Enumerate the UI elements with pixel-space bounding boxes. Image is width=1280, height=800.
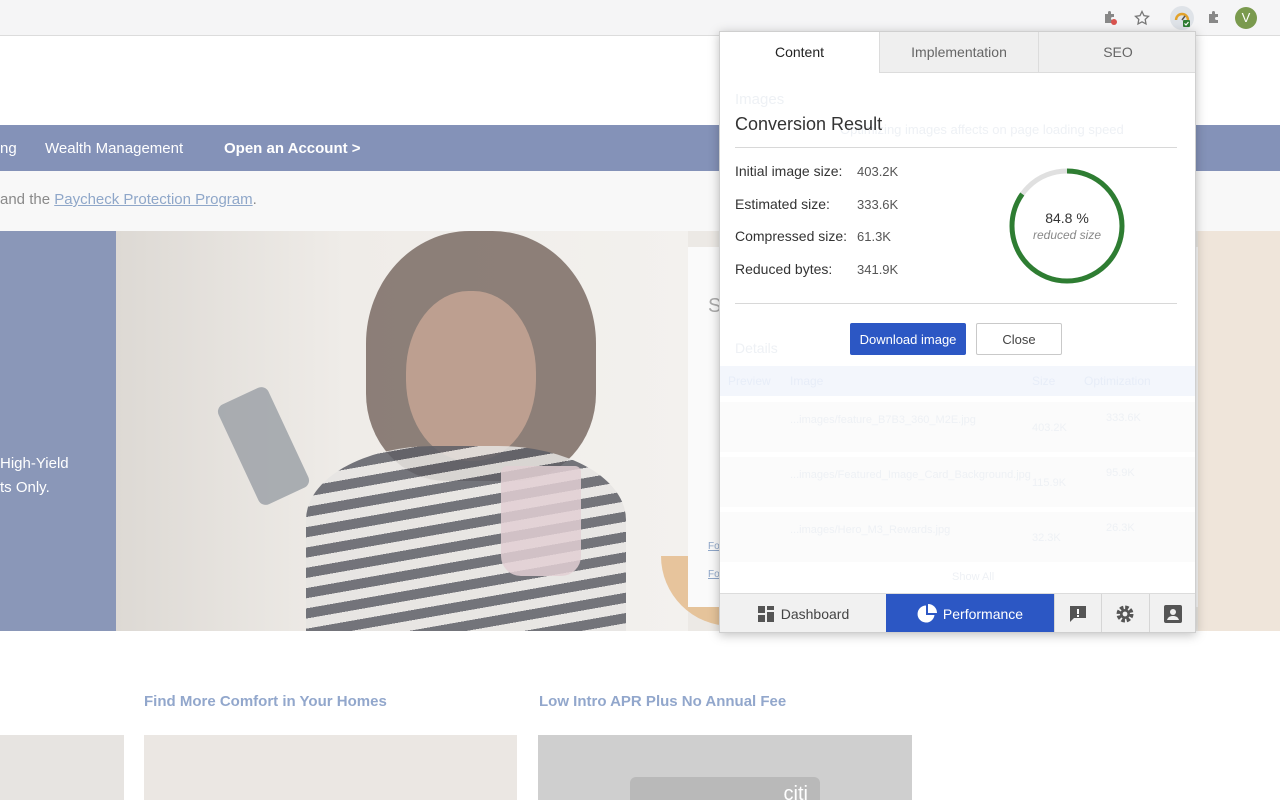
tab-seo[interactable]: SEO xyxy=(1038,32,1196,73)
hero-text-line1: High-Yield xyxy=(0,455,69,472)
gauge-caption: reduced size xyxy=(1008,228,1126,242)
hero-card-link1[interactable]: Fo xyxy=(708,541,720,552)
popup-bottom-nav: Dashboard Performance xyxy=(720,593,1196,633)
row-size: 115.9K xyxy=(1032,477,1066,489)
extension-popup: Content Implementation SEO Images Optimi… xyxy=(719,31,1196,633)
tab-content[interactable]: Content xyxy=(720,32,879,73)
conversion-result-title: Conversion Result xyxy=(735,114,882,135)
stat-value-compressed: 61.3K xyxy=(857,229,891,244)
nav-feedback[interactable] xyxy=(1054,594,1101,633)
hero-photo-mug xyxy=(501,466,581,576)
stat-label-reduced: Reduced bytes: xyxy=(735,261,832,277)
promo-image-left xyxy=(0,735,124,800)
images-subheading: Optimizing images affects on page loadin… xyxy=(840,122,1124,137)
stat-label-estimated: Estimated size: xyxy=(735,196,830,212)
stat-label-compressed: Compressed size: xyxy=(735,228,847,244)
nav-performance[interactable]: Performance xyxy=(886,594,1054,633)
row-size: 32.3K xyxy=(1032,532,1061,544)
promo-image-card: citi xyxy=(538,735,912,800)
credit-card-image: citi xyxy=(630,777,820,800)
details-row: ...images/Hero_M3_Rewards.jpg 32.3K 26.3… xyxy=(720,512,1196,562)
hero-card-link2[interactable]: Fo xyxy=(708,569,720,580)
row-image: ...images/feature_B7B3_360_M2E.jpg xyxy=(790,414,976,426)
promo-image-homes xyxy=(144,735,517,800)
dashboard-icon xyxy=(757,605,775,623)
row-opt: 26.3K xyxy=(1106,522,1135,534)
nav-account[interactable] xyxy=(1149,594,1196,633)
avatar: V xyxy=(1235,7,1257,29)
download-image-button[interactable]: Download image xyxy=(850,323,966,355)
row-opt: 95.9K xyxy=(1106,467,1135,479)
tab-implementation[interactable]: Implementation xyxy=(879,32,1038,73)
nav-settings[interactable] xyxy=(1101,594,1149,633)
close-button[interactable]: Close xyxy=(976,323,1062,355)
col-image: Image xyxy=(790,374,823,388)
col-optimization: Optimization xyxy=(1084,374,1151,388)
stat-label-initial: Initial image size: xyxy=(735,163,842,179)
hero-photo-face xyxy=(406,291,536,461)
row-size: 403.2K xyxy=(1032,422,1067,434)
card-brand-logo: citi xyxy=(784,783,808,800)
col-size: Size xyxy=(1032,374,1055,388)
notice-prefix: and the xyxy=(0,191,54,208)
content-panel: Images Optimizing images affects on page… xyxy=(720,73,1196,593)
details-heading: Details xyxy=(735,340,778,356)
nav-performance-label: Performance xyxy=(943,606,1023,622)
star-icon[interactable] xyxy=(1130,6,1154,30)
gear-icon xyxy=(1115,604,1135,624)
nav-dashboard[interactable]: Dashboard xyxy=(720,594,886,633)
hero-photo xyxy=(116,231,688,631)
reduction-gauge: 84.8 % reduced size xyxy=(1008,167,1126,285)
divider xyxy=(735,147,1177,148)
promo-title-apr[interactable]: Low Intro APR Plus No Annual Fee xyxy=(539,693,786,710)
gauge-ring xyxy=(1008,167,1126,285)
puzzle-icon[interactable] xyxy=(1202,6,1226,30)
gauge-percent: 84.8 % xyxy=(1008,210,1126,226)
stat-value-estimated: 333.6K xyxy=(857,197,898,212)
profile-avatar[interactable]: V xyxy=(1234,6,1258,30)
row-opt: 333.6K xyxy=(1106,412,1141,424)
feedback-icon xyxy=(1068,604,1088,624)
show-all-link[interactable]: Show All xyxy=(952,571,994,583)
details-row: ...images/Featured_Image_Card_Background… xyxy=(720,457,1196,507)
stat-value-initial: 403.2K xyxy=(857,164,898,179)
popup-tabs: Content Implementation SEO xyxy=(720,32,1196,73)
pagespeed-extension-icon[interactable] xyxy=(1170,6,1194,30)
col-preview: Preview xyxy=(728,374,771,388)
hero-photo-phone xyxy=(215,385,311,508)
details-table-header: Preview Image Size Optimization xyxy=(720,366,1196,396)
promo-title-homes[interactable]: Find More Comfort in Your Homes xyxy=(144,693,387,710)
nav-dashboard-label: Dashboard xyxy=(781,606,850,622)
stat-value-reduced: 341.9K xyxy=(857,262,898,277)
hero-text-line2: ts Only. xyxy=(0,479,50,496)
images-heading: Images xyxy=(735,91,784,108)
nav-item-partial[interactable]: ng xyxy=(0,140,17,157)
nav-item-wealth-management[interactable]: Wealth Management xyxy=(45,140,183,157)
row-image: ...images/Featured_Image_Card_Background… xyxy=(790,469,1031,481)
notice-suffix: . xyxy=(253,191,257,208)
hero-left-panel: High-Yield ts Only. xyxy=(0,231,116,631)
extension-blocked-icon[interactable] xyxy=(1098,6,1122,30)
details-row: ...images/feature_B7B3_360_M2E.jpg 403.2… xyxy=(720,402,1196,452)
nav-open-account[interactable]: Open an Account > xyxy=(224,140,361,157)
hero-right-image xyxy=(1198,231,1280,631)
pie-chart-icon xyxy=(917,604,937,624)
row-image: ...images/Hero_M3_Rewards.jpg xyxy=(790,524,950,536)
divider xyxy=(735,303,1177,304)
paycheck-protection-link[interactable]: Paycheck Protection Program xyxy=(54,191,252,208)
account-icon xyxy=(1163,604,1183,624)
